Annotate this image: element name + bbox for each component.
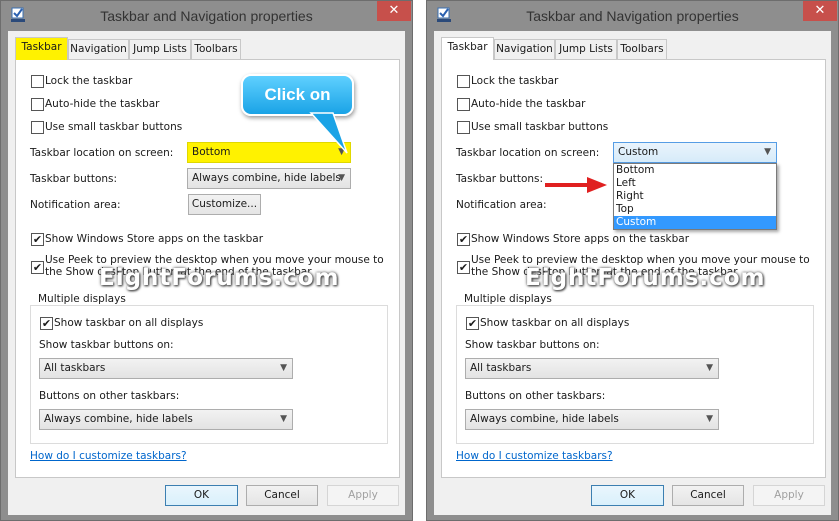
show-on-combo[interactable]: All taskbars ▼: [39, 358, 293, 379]
auto-hide-label: Auto-hide the taskbar: [45, 98, 160, 110]
show-on-combo[interactable]: All taskbars ▼: [465, 358, 719, 379]
dialog-title: Taskbar and Navigation properties: [526, 8, 739, 24]
watermark: EightForums.com: [525, 265, 766, 291]
location-value: Bottom: [192, 146, 231, 158]
notification-label: Notification area:: [30, 199, 121, 211]
tab-jump-lists[interactable]: Jump Lists: [129, 39, 191, 59]
group-label: Multiple displays: [36, 293, 128, 305]
taskbar-buttons-label: Taskbar buttons:: [456, 173, 544, 185]
auto-hide-label: Auto-hide the taskbar: [471, 98, 586, 110]
properties-dialog: Taskbar and Navigation properties ✕ Task…: [0, 0, 413, 521]
chevron-down-icon: ▼: [706, 414, 713, 424]
dropdown-option-left[interactable]: Left: [614, 177, 776, 190]
chevron-down-icon: ▼: [706, 363, 713, 373]
close-button[interactable]: ✕: [803, 1, 837, 21]
other-taskbars-value: Always combine, hide labels: [44, 413, 193, 425]
tab-taskbar[interactable]: Taskbar: [15, 37, 68, 60]
other-taskbars-combo[interactable]: Always combine, hide labels ▼: [39, 409, 293, 430]
show-on-value: All taskbars: [470, 362, 532, 374]
tab-toolbars[interactable]: Toolbars: [191, 39, 241, 59]
taskbar-buttons-value: Always combine, hide labels: [192, 172, 341, 184]
help-link[interactable]: How do I customize taskbars?: [456, 450, 613, 462]
taskbar-buttons-combo[interactable]: Always combine, hide labels▼: [187, 168, 351, 189]
show-on-label: Show taskbar buttons on:: [39, 339, 174, 351]
notification-label: Notification area:: [456, 199, 547, 211]
location-label: Taskbar location on screen:: [30, 147, 174, 159]
other-taskbars-label: Buttons on other taskbars:: [39, 390, 180, 402]
customize-button[interactable]: Customize...: [188, 194, 261, 215]
other-taskbars-value: Always combine, hide labels: [470, 413, 619, 425]
chevron-down-icon: ▼: [764, 147, 771, 157]
lock-taskbar-label: Lock the taskbar: [471, 75, 559, 87]
chevron-down-icon: ▼: [280, 363, 287, 373]
watermark: EightForums.com: [99, 265, 340, 291]
ok-button[interactable]: OK: [165, 485, 238, 506]
show-store-apps-label: Show Windows Store apps on the taskbar: [471, 233, 690, 245]
callout: Click on: [241, 74, 354, 116]
peek-checkbox[interactable]: ✔: [457, 261, 470, 274]
auto-hide-checkbox[interactable]: [31, 98, 44, 111]
small-buttons-checkbox[interactable]: [31, 121, 44, 134]
dropdown-option-custom[interactable]: Custom: [614, 216, 776, 229]
help-link[interactable]: How do I customize taskbars?: [30, 450, 187, 462]
tab-toolbars[interactable]: Toolbars: [617, 39, 667, 59]
small-buttons-checkbox[interactable]: [457, 121, 470, 134]
tab-jump-lists[interactable]: Jump Lists: [555, 39, 617, 59]
small-buttons-label: Use small taskbar buttons: [45, 121, 183, 133]
chevron-down-icon: ▼: [280, 414, 287, 424]
location-dropdown-list: Bottom Left Right Top Custom: [613, 163, 777, 230]
lock-taskbar-checkbox[interactable]: [31, 75, 44, 88]
cancel-button[interactable]: Cancel: [672, 485, 744, 506]
group-label: Multiple displays: [462, 293, 554, 305]
peek-checkbox[interactable]: ✔: [31, 261, 44, 274]
tab-taskbar[interactable]: Taskbar: [441, 37, 494, 60]
properties-dialog: Taskbar and Navigation properties ✕ Task…: [426, 0, 839, 521]
dialog-title: Taskbar and Navigation properties: [100, 8, 313, 24]
location-combo[interactable]: Custom ▼: [613, 142, 777, 163]
ok-button[interactable]: OK: [591, 485, 664, 506]
show-on-label: Show taskbar buttons on:: [465, 339, 600, 351]
other-taskbars-label: Buttons on other taskbars:: [465, 390, 606, 402]
callout-pointer: [309, 112, 348, 154]
location-value: Custom: [618, 146, 659, 158]
dropdown-option-top[interactable]: Top: [614, 203, 776, 216]
show-store-apps-label: Show Windows Store apps on the taskbar: [45, 233, 264, 245]
small-buttons-label: Use small taskbar buttons: [471, 121, 609, 133]
apply-button[interactable]: Apply: [753, 485, 825, 506]
cancel-button[interactable]: Cancel: [246, 485, 318, 506]
show-store-apps-checkbox[interactable]: ✔: [31, 233, 44, 246]
red-arrow-icon: [545, 177, 607, 193]
taskbar-buttons-label: Taskbar buttons:: [30, 173, 118, 185]
dropdown-option-bottom[interactable]: Bottom: [614, 164, 776, 177]
lock-taskbar-label: Lock the taskbar: [45, 75, 133, 87]
location-label: Taskbar location on screen:: [456, 147, 600, 159]
chevron-down-icon: ▼: [338, 173, 345, 183]
dropdown-option-right[interactable]: Right: [614, 190, 776, 203]
tab-navigation[interactable]: Navigation: [68, 39, 129, 59]
lock-taskbar-checkbox[interactable]: [457, 75, 470, 88]
other-taskbars-combo[interactable]: Always combine, hide labels ▼: [465, 409, 719, 430]
tab-navigation[interactable]: Navigation: [494, 39, 555, 59]
close-button[interactable]: ✕: [377, 1, 411, 21]
show-store-apps-checkbox[interactable]: ✔: [457, 233, 470, 246]
show-on-value: All taskbars: [44, 362, 106, 374]
auto-hide-checkbox[interactable]: [457, 98, 470, 111]
apply-button[interactable]: Apply: [327, 485, 399, 506]
